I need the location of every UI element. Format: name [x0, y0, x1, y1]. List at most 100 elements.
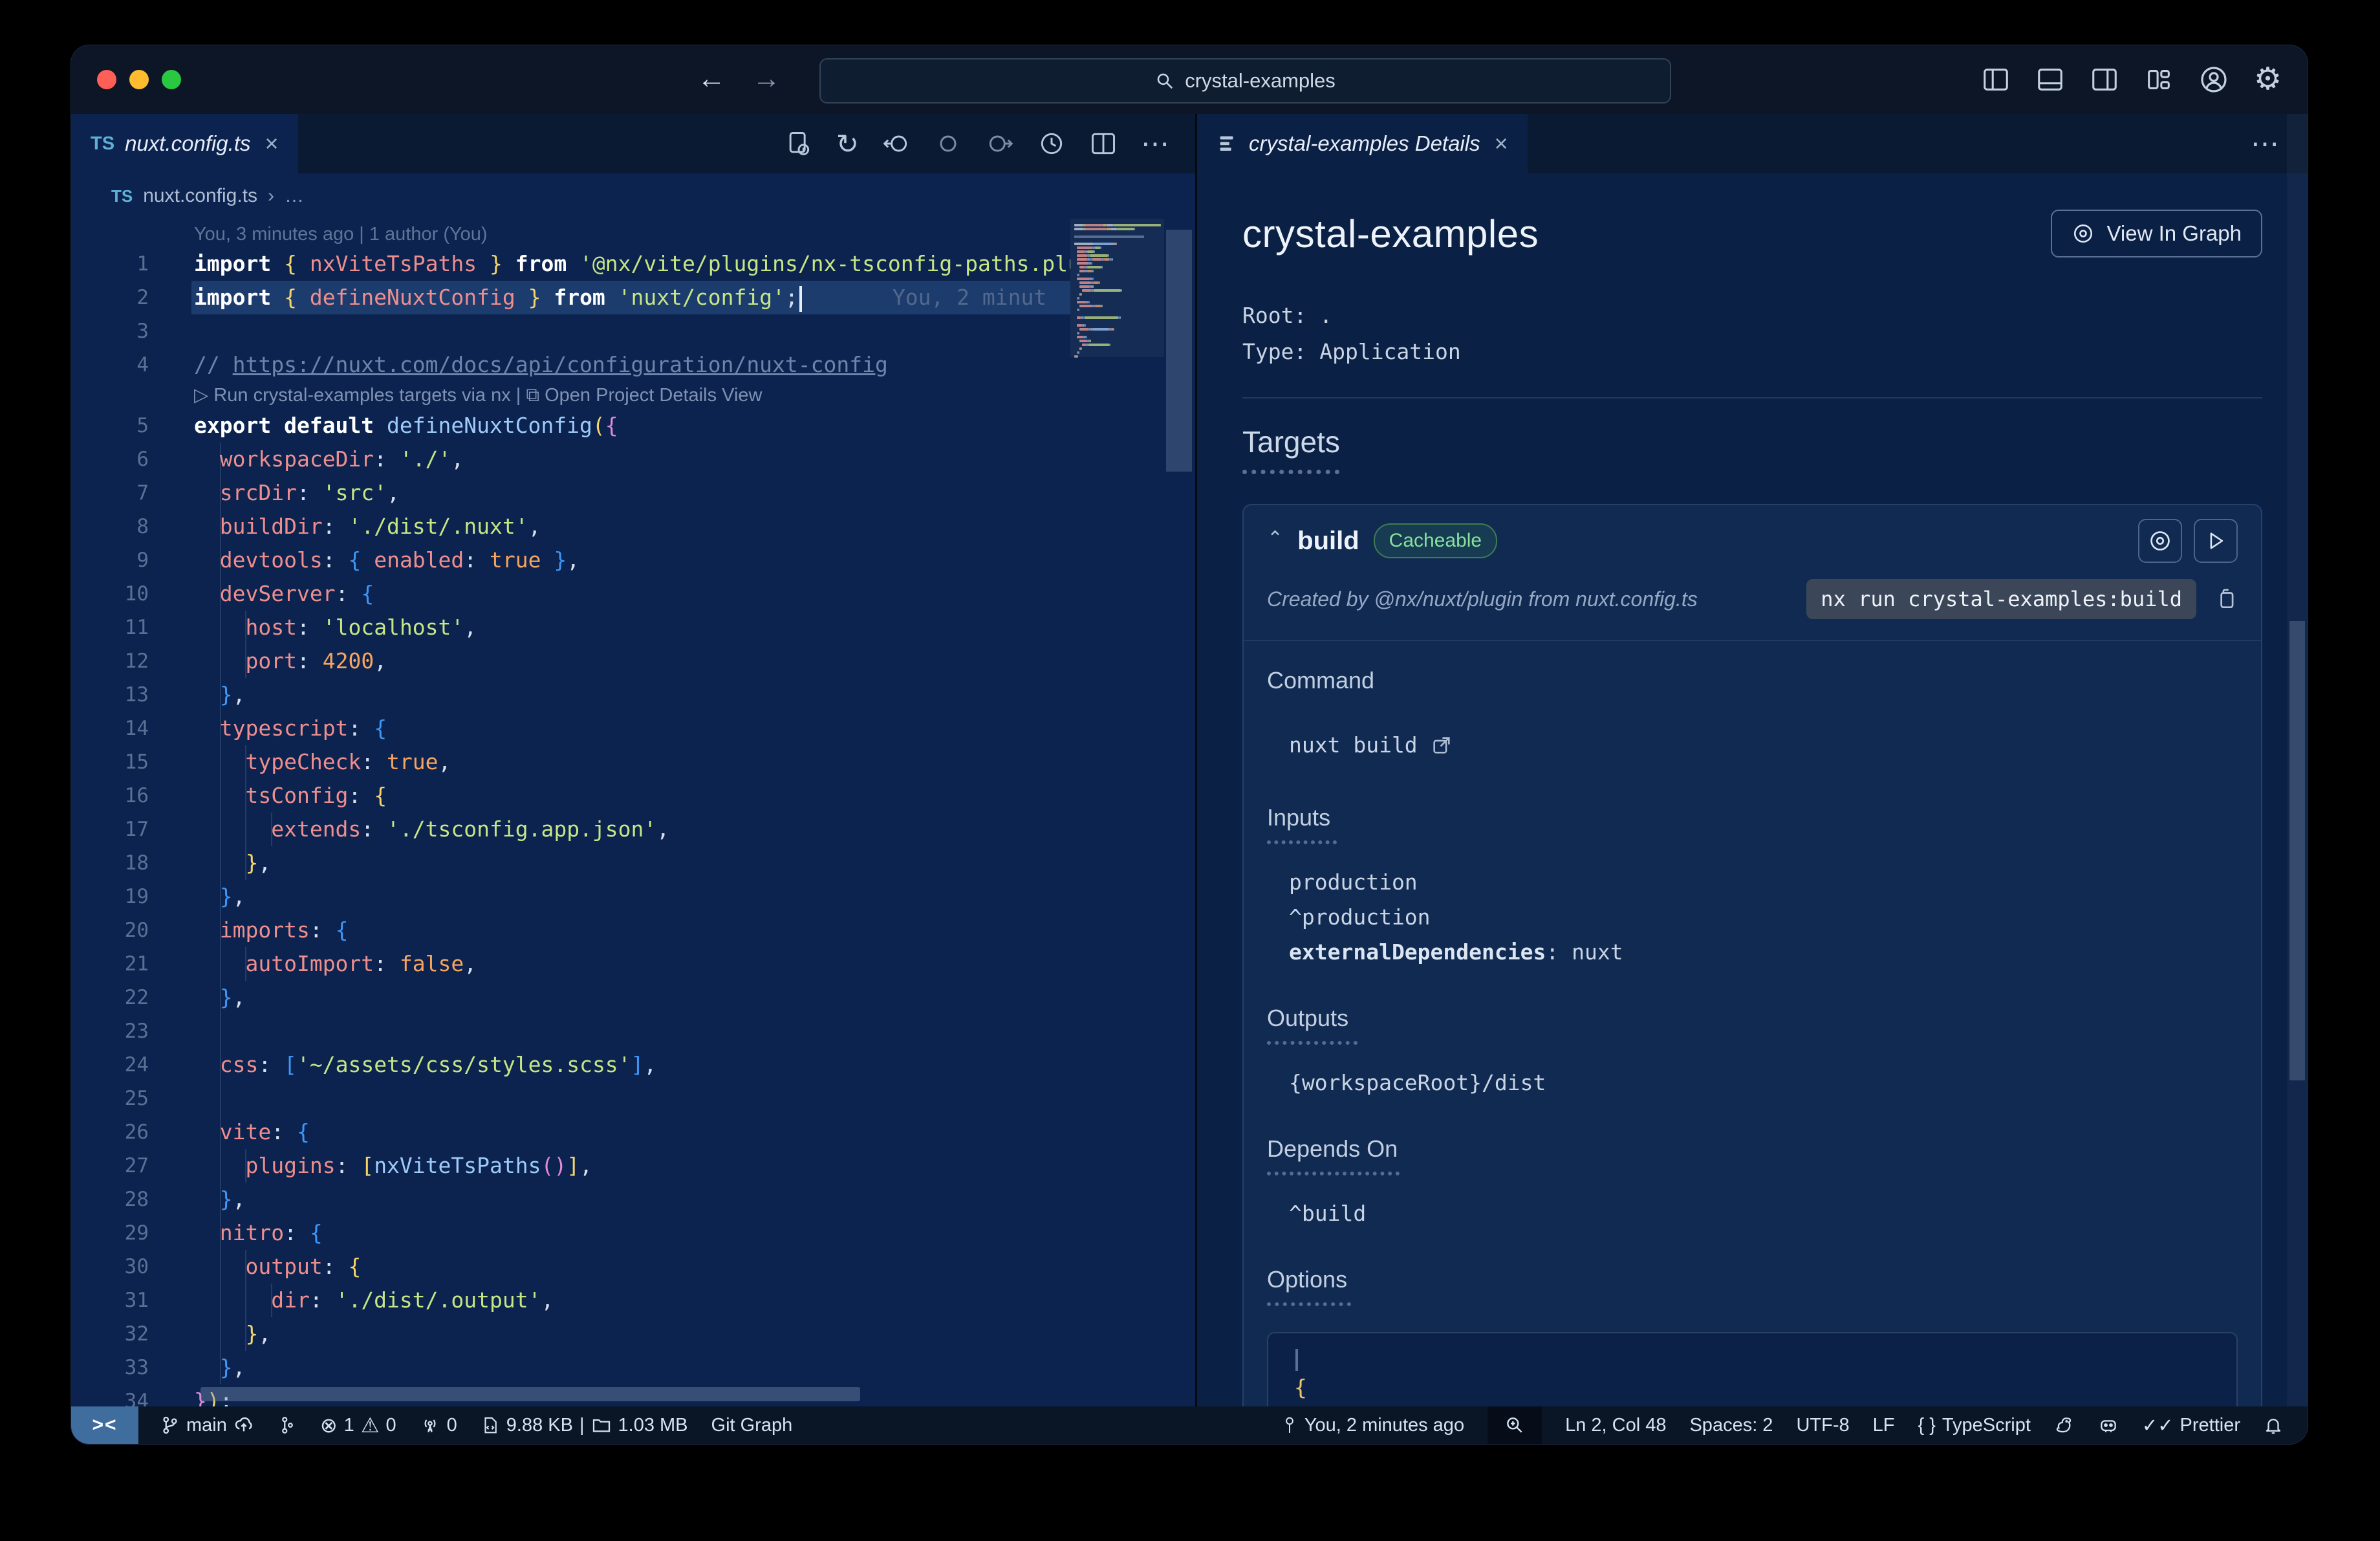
- breadcrumb-file[interactable]: nuxt.config.ts: [143, 185, 257, 207]
- code-line[interactable]: 9 devtools: { enabled: true },: [71, 543, 1195, 577]
- blame-item[interactable]: You, 2 minutes ago: [1281, 1415, 1464, 1436]
- view-target-button[interactable]: [2138, 519, 2182, 563]
- history-forward-button[interactable]: →: [747, 60, 786, 98]
- open-changes-icon[interactable]: [784, 129, 813, 158]
- code-line[interactable]: 29 nitro: {: [71, 1216, 1195, 1250]
- close-tab-icon[interactable]: ×: [265, 130, 279, 157]
- code-line[interactable]: 5 export default defineNuxtConfig({: [71, 409, 1195, 443]
- ports-item[interactable]: 0: [420, 1415, 457, 1436]
- code-line[interactable]: 26 vite: {: [71, 1115, 1195, 1149]
- account-icon[interactable]: [2198, 64, 2229, 95]
- minimize-traffic-light[interactable]: [129, 70, 149, 89]
- options-code-block[interactable]: { "cwd": "."}: [1267, 1332, 2238, 1406]
- nx-codelens[interactable]: ▷ Run crystal-examples targets via nx | …: [71, 382, 1195, 409]
- squirrel-extension-item[interactable]: [2054, 1415, 2075, 1436]
- code-line[interactable]: 24 css: ['~/assets/css/styles.scss'],: [71, 1048, 1195, 1082]
- customize-layout-icon[interactable]: [2144, 65, 2174, 94]
- command-center-search[interactable]: crystal-examples: [819, 58, 1671, 104]
- editor-more-actions-icon[interactable]: ⋯: [1141, 127, 1169, 160]
- encoding-item[interactable]: UTF-8: [1796, 1415, 1849, 1436]
- code-line[interactable]: 23: [71, 1014, 1195, 1048]
- navigate-back-icon[interactable]: [882, 129, 911, 158]
- code-line[interactable]: 22 },: [71, 981, 1195, 1014]
- code-line[interactable]: 13 },: [71, 678, 1195, 712]
- run-command-chip[interactable]: nx run crystal-examples:build: [1806, 579, 2196, 619]
- close-traffic-light[interactable]: [97, 70, 116, 89]
- code-line[interactable]: 10 devServer: {: [71, 577, 1195, 611]
- code-line[interactable]: 20 imports: {: [71, 913, 1195, 947]
- settings-gear-icon[interactable]: ⚙: [2254, 64, 2282, 95]
- close-tab-icon[interactable]: ×: [1495, 130, 1508, 157]
- code-line[interactable]: 1 import { nxViteTsPaths } from '@nx/vite…: [71, 247, 1195, 281]
- indentation-item[interactable]: Spaces: 2: [1689, 1415, 1773, 1436]
- code-line[interactable]: 30 output: {: [71, 1250, 1195, 1284]
- git-graph-item[interactable]: Git Graph: [711, 1415, 793, 1436]
- panel-scrollbar-thumb[interactable]: [2289, 621, 2305, 1080]
- tab-nuxt-config[interactable]: TS nuxt.config.ts ×: [71, 114, 298, 173]
- code-line[interactable]: 25: [71, 1082, 1195, 1115]
- git-branch-item[interactable]: main: [160, 1415, 254, 1436]
- remote-indicator[interactable]: ><: [71, 1406, 138, 1444]
- collapse-chevron-icon[interactable]: ⌃: [1267, 527, 1283, 550]
- play-icon: [2210, 532, 2223, 549]
- notifications-item[interactable]: [2264, 1415, 2283, 1435]
- breadcrumb[interactable]: TS nuxt.config.ts › …: [71, 173, 1195, 219]
- code-line[interactable]: 18 },: [71, 846, 1195, 880]
- code-line[interactable]: 33 },: [71, 1351, 1195, 1384]
- view-in-graph-button[interactable]: View In Graph: [2051, 210, 2262, 257]
- vertical-scrollbar-thumb[interactable]: [1166, 230, 1192, 472]
- code-line[interactable]: 17 extends: './tsconfig.app.json',: [71, 813, 1195, 846]
- code-editor[interactable]: You, 3 minutes ago | 1 author (You) 1 imp…: [71, 219, 1195, 1406]
- code-line[interactable]: 12 port: 4200,: [71, 644, 1195, 678]
- code-line[interactable]: 21 autoImport: false,: [71, 947, 1195, 981]
- toggle-secondary-sidebar-icon[interactable]: [2090, 65, 2119, 94]
- depends-item: ^build: [1289, 1201, 1367, 1226]
- code-line[interactable]: 11 host: 'localhost',: [71, 611, 1195, 644]
- toggle-panel-icon[interactable]: [2035, 65, 2065, 94]
- prettier-item[interactable]: ✓✓ Prettier: [2142, 1414, 2240, 1437]
- tab-project-details[interactable]: crystal-examples Details ×: [1197, 114, 1528, 173]
- external-link-icon[interactable]: [1431, 734, 1453, 756]
- language-mode-item[interactable]: { } TypeScript: [1918, 1415, 2030, 1436]
- run-target-button[interactable]: [2194, 519, 2238, 563]
- code-line[interactable]: 3: [71, 314, 1195, 348]
- code-line[interactable]: 16 tsConfig: {: [71, 779, 1195, 813]
- code-line[interactable]: 7 srcDir: 'src',: [71, 476, 1195, 510]
- refresh-icon[interactable]: ↻: [836, 128, 859, 160]
- code-line[interactable]: 19 },: [71, 880, 1195, 913]
- code-line[interactable]: 31 dir: './dist/.output',: [71, 1284, 1195, 1317]
- line-number: 25: [124, 1087, 149, 1110]
- copilot-item[interactable]: [2098, 1415, 2119, 1436]
- location-marker-icon[interactable]: [934, 129, 962, 158]
- line-number: 22: [124, 986, 149, 1009]
- minimap[interactable]: [1070, 219, 1164, 1406]
- history-back-button[interactable]: ←: [692, 60, 731, 98]
- horizontal-scrollbar-thumb[interactable]: [200, 1387, 860, 1401]
- code-line[interactable]: 14 typescript: {: [71, 712, 1195, 745]
- editor-toolbar: ↻ ⋯: [784, 114, 1195, 173]
- problems-item[interactable]: ⊗ 1 ⚠ 0: [320, 1415, 396, 1436]
- split-editor-icon[interactable]: [1089, 129, 1118, 158]
- line-number: 26: [124, 1120, 149, 1144]
- zoom-status-item[interactable]: [1488, 1406, 1542, 1444]
- file-size-item[interactable]: 9.88 KB | 1.03 MB: [481, 1415, 688, 1436]
- source-control-graph-item[interactable]: [277, 1415, 297, 1435]
- code-line[interactable]: 32 },: [71, 1317, 1195, 1351]
- code-line[interactable]: 4// https://nuxt.com/docs/api/configurat…: [71, 348, 1195, 382]
- navigate-forward-icon[interactable]: [986, 129, 1014, 158]
- code-line[interactable]: 15 typeCheck: true,: [71, 745, 1195, 779]
- vertical-scrollbar[interactable]: [1164, 219, 1195, 1406]
- copy-icon[interactable]: [2213, 587, 2238, 611]
- code-line[interactable]: 6 workspaceDir: './',: [71, 443, 1195, 476]
- zoom-traffic-light[interactable]: [162, 70, 181, 89]
- blame-codelens[interactable]: You, 3 minutes ago | 1 author (You): [71, 221, 1195, 247]
- eol-item[interactable]: LF: [1873, 1415, 1895, 1436]
- code-line[interactable]: 2 import { defineNuxtConfig } from 'nuxt/…: [71, 281, 1195, 314]
- cursor-position-item[interactable]: Ln 2, Col 48: [1565, 1415, 1666, 1436]
- code-line[interactable]: 8 buildDir: './dist/.nuxt',: [71, 510, 1195, 543]
- toggle-primary-sidebar-icon[interactable]: [1981, 65, 2011, 94]
- timeline-history-icon[interactable]: [1037, 129, 1066, 158]
- code-line[interactable]: 27 plugins: [nxViteTsPaths()],: [71, 1149, 1195, 1183]
- breadcrumb-symbol[interactable]: …: [285, 185, 304, 207]
- code-line[interactable]: 28 },: [71, 1183, 1195, 1216]
